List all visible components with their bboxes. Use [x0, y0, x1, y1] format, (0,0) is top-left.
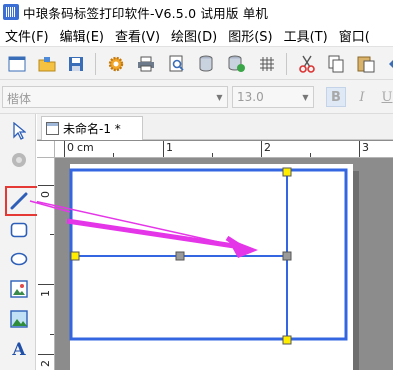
cut-icon[interactable]: [297, 54, 317, 74]
new-icon[interactable]: [7, 54, 27, 74]
overflow-icon[interactable]: [383, 54, 393, 74]
window-title: 中琅条码标签打印软件-V6.5.0 试用版 单机: [23, 5, 269, 21]
image-tool-icon[interactable]: [9, 279, 29, 299]
chevron-down-icon: ▼: [216, 92, 223, 102]
ellipse-tool-icon[interactable]: [9, 249, 29, 269]
font-size-select[interactable]: 13.0 ▼: [232, 86, 314, 108]
grid-icon[interactable]: [257, 54, 277, 74]
copy-icon[interactable]: [326, 54, 346, 74]
menu-view[interactable]: 查看(V): [110, 26, 166, 45]
label-canvas: [37, 164, 359, 370]
underline-button[interactable]: U: [377, 87, 393, 107]
barcode-app-icon: [3, 4, 19, 20]
toolbar-separator: [286, 53, 287, 75]
annotation-arrow-tail: [29, 200, 71, 213]
paste-icon[interactable]: [356, 54, 376, 74]
italic-button[interactable]: I: [352, 87, 372, 107]
print-icon[interactable]: [136, 54, 156, 74]
open-folder-icon[interactable]: [37, 54, 57, 74]
format-toolbar: 楷体 ▼ 13.0 ▼ B I U: [0, 80, 393, 114]
menu-shape[interactable]: 图形(S): [223, 26, 278, 45]
chevron-down-icon: ▼: [302, 92, 309, 102]
bold-button[interactable]: B: [326, 87, 346, 107]
menu-bar: 文件(F) 编辑(E) 查看(V) 绘图(D) 图形(S) 工具(T) 窗口(: [0, 24, 393, 46]
title-bar: 中琅条码标签打印软件-V6.5.0 试用版 单机: [0, 0, 393, 24]
annotation-arrow-tail-line: [29, 200, 71, 213]
selection-handle[interactable]: [70, 251, 80, 261]
text-tool-icon[interactable]: A: [9, 340, 29, 360]
font-size-value: 13.0: [237, 90, 264, 104]
selection-handle[interactable]: [282, 251, 292, 261]
menu-draw[interactable]: 绘图(D): [166, 26, 223, 45]
font-family-select[interactable]: 楷体 ▼: [2, 86, 228, 108]
save-icon[interactable]: [66, 54, 86, 74]
font-family-value: 楷体: [7, 92, 32, 106]
settings-gear-icon[interactable]: [106, 54, 126, 74]
menu-window[interactable]: 窗口(: [334, 26, 376, 45]
selection-handle[interactable]: [282, 167, 292, 177]
selection-handle[interactable]: [282, 335, 292, 345]
menu-file[interactable]: 文件(F): [0, 26, 55, 45]
picture-tool-icon[interactable]: [9, 309, 29, 329]
database-icon[interactable]: [196, 54, 216, 74]
database-setting-icon[interactable]: [227, 54, 247, 74]
menu-edit[interactable]: 编辑(E): [55, 26, 110, 45]
document-area: 未命名-1 * 0 cm 1 2 3 0 1 2: [37, 114, 393, 370]
menu-tools[interactable]: 工具(T): [279, 26, 334, 45]
toolbar-separator: [95, 53, 96, 75]
selection-handle[interactable]: [175, 251, 185, 261]
main-toolbar: [0, 46, 393, 80]
print-preview-icon[interactable]: [167, 54, 187, 74]
